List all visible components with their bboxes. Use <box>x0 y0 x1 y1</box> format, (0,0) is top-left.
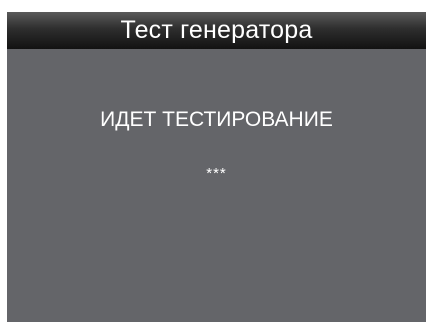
device-screen: Тест генератора ИДЕТ ТЕСТИРОВАНИЕ *** <box>7 12 426 322</box>
progress-indicator: *** <box>206 165 227 182</box>
screen-title: Тест генератора <box>120 16 313 44</box>
status-message: ИДЕТ ТЕСТИРОВАНИЕ <box>100 108 333 131</box>
title-bar: Тест генератора <box>7 12 426 49</box>
